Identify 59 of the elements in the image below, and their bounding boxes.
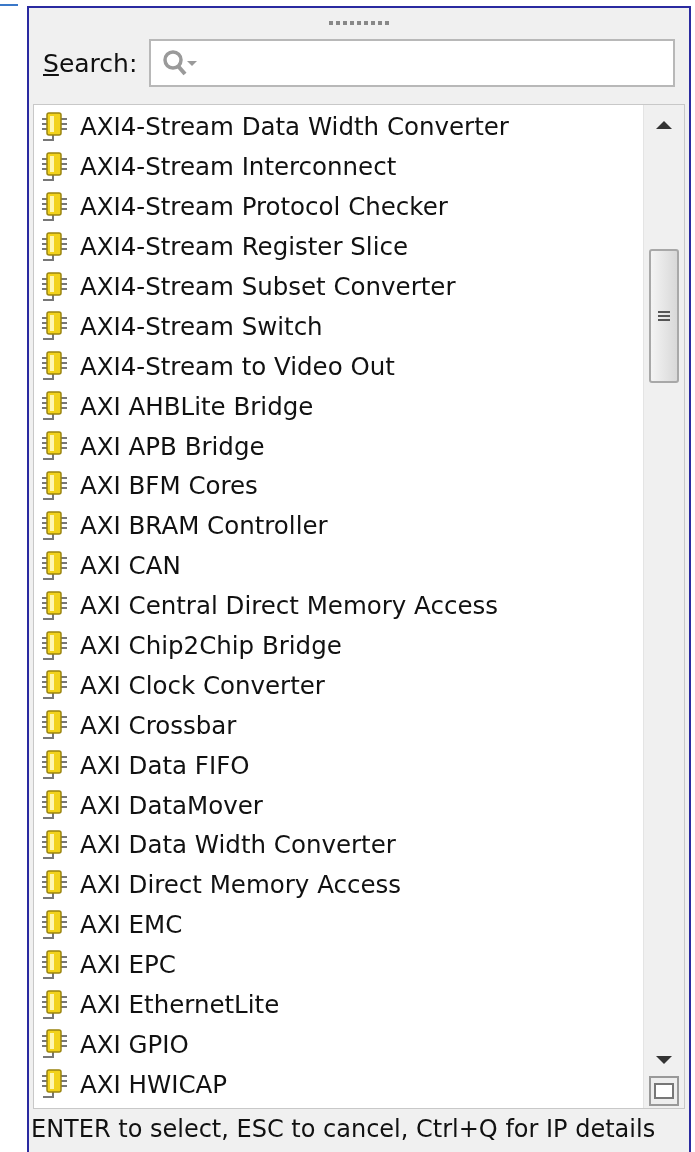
ip-list-item[interactable]: AXI CAN: [34, 545, 643, 586]
status-bar-text: ENTER to select, ESC to cancel, Ctrl+Q for IP details: [30, 1114, 657, 1143]
chip-icon: [40, 190, 68, 223]
chip-icon: [40, 868, 68, 901]
chip-icon: [40, 629, 68, 662]
ip-list-item[interactable]: AXI4-Stream to Video Out: [34, 346, 643, 387]
ip-list-item[interactable]: AXI EthernetLite: [34, 984, 643, 1025]
ip-list-item[interactable]: AXI4-Stream Interconnect: [34, 146, 643, 187]
chip-icon: [40, 948, 68, 981]
chip-icon: [40, 230, 68, 263]
resize-corner-icon[interactable]: [649, 1076, 679, 1106]
search-label: Search:: [43, 48, 138, 78]
ip-list-item[interactable]: AXI Data FIFO: [34, 745, 643, 786]
chip-icon: [40, 270, 68, 303]
ip-list-item[interactable]: AXI AHBLite Bridge: [34, 386, 643, 427]
drag-handle-icon[interactable]: [329, 20, 389, 26]
chip-icon: [40, 1068, 68, 1101]
ip-list-item[interactable]: AXI Data Width Converter: [34, 825, 643, 865]
ip-list-item[interactable]: AXI DataMover: [34, 785, 643, 826]
ip-list-item[interactable]: AXI GPIO: [34, 1024, 643, 1065]
chip-icon: [40, 549, 68, 582]
ip-list-item[interactable]: AXI BRAM Controller: [34, 505, 643, 546]
scroll-down-icon[interactable]: [654, 1054, 674, 1066]
ip-list-item[interactable]: AXI EPC: [34, 944, 643, 985]
scrollbar[interactable]: [643, 105, 684, 1108]
chip-icon: [40, 789, 68, 822]
ip-list-item[interactable]: AXI Clock Converter: [34, 665, 643, 706]
ip-list-item[interactable]: AXI Direct Memory Access: [34, 864, 643, 905]
ip-list-item[interactable]: AXI Crossbar: [34, 705, 643, 746]
chip-icon: [40, 709, 68, 742]
scroll-up-icon[interactable]: [654, 119, 674, 131]
chip-icon: [40, 589, 68, 622]
ip-list-item[interactable]: AXI HWICAP: [34, 1064, 643, 1105]
chip-icon: [40, 350, 68, 383]
ip-list-item[interactable]: AXI BFM Cores: [34, 466, 643, 506]
chip-icon: [40, 669, 68, 702]
chip-icon: [40, 310, 68, 343]
chip-icon: [40, 469, 68, 502]
ip-list-item[interactable]: AXI Central Direct Memory Access: [34, 585, 643, 626]
chip-icon: [40, 749, 68, 782]
chip-icon: [40, 390, 68, 423]
scroll-thumb[interactable]: [649, 249, 679, 383]
search-field[interactable]: [149, 39, 675, 87]
ip-list-item[interactable]: AXI4-Stream Protocol Checker: [34, 186, 643, 227]
chip-icon: [40, 988, 68, 1021]
ip-list-item[interactable]: AXI4-Stream Data Width Converter: [34, 107, 643, 147]
ip-list-item[interactable]: AXI Chip2Chip Bridge: [34, 625, 643, 666]
ip-list-item[interactable]: AXI4-Stream Register Slice: [34, 226, 643, 267]
chip-icon: [40, 908, 68, 941]
chip-icon: [40, 110, 68, 143]
chip-icon: [40, 150, 68, 183]
chip-icon: [40, 509, 68, 542]
chip-icon: [40, 430, 68, 463]
chip-icon: [40, 828, 68, 861]
ip-list-item[interactable]: AXI APB Bridge: [34, 426, 643, 466]
chip-icon: [40, 1028, 68, 1061]
ip-list-item[interactable]: AXI EMC: [34, 904, 643, 945]
ip-list-item[interactable]: AXI4-Stream Switch: [34, 306, 643, 347]
ip-list-item[interactable]: AXI4-Stream Subset Converter: [34, 266, 643, 307]
